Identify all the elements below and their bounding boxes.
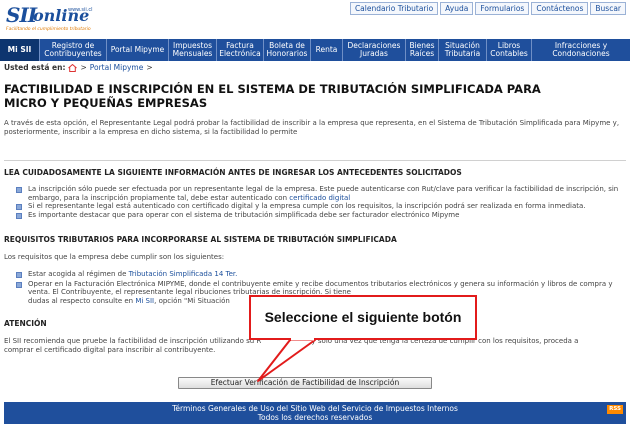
- top-link-ayuda[interactable]: Ayuda: [440, 2, 474, 15]
- logo-tagline: Facilitando el cumplimiento tributario: [6, 27, 91, 32]
- divider: [4, 160, 626, 161]
- menu-item-libros-contables[interactable]: Libros Contables: [487, 39, 532, 61]
- menu-item-registro[interactable]: Registro de Contribuyentes: [40, 39, 107, 61]
- list-item: Es importante destacar que para operar c…: [16, 211, 624, 220]
- logo-url-text: www.sii.cl: [68, 7, 93, 13]
- footer-rights-text: Todos los derechos reservados: [257, 413, 373, 422]
- list-item: La inscripción sólo puede ser efectuada …: [16, 185, 624, 202]
- site-header: SII online www.sii.cl Facilitando el cum…: [0, 0, 630, 38]
- certificado-digital-link[interactable]: certificado digital: [289, 194, 350, 202]
- menu-item-renta[interactable]: Renta: [311, 39, 343, 61]
- menu-item-infracciones[interactable]: Infracciones y Condonaciones: [532, 39, 630, 61]
- menu-item-mi-sii[interactable]: Mi SII: [0, 39, 40, 61]
- sii-online-logo[interactable]: SII online www.sii.cl Facilitando el cum…: [6, 3, 93, 35]
- menu-item-impuestos-mensuales[interactable]: Impuestos Mensuales: [169, 39, 217, 61]
- list-item-text: Estar acogida al régimen de: [28, 270, 129, 278]
- list-item-text: dudas al respecto consulte en: [28, 296, 136, 305]
- mi-sii-link[interactable]: Mi SII: [135, 297, 154, 305]
- tributacion-simplificada-link[interactable]: Tributación Simplificada 14 Ter.: [129, 270, 238, 278]
- top-link-contactenos[interactable]: Contáctenos: [531, 2, 589, 15]
- verify-feasibility-button[interactable]: Efectuar Verificación de Factibilidad de…: [178, 377, 432, 389]
- top-link-buscar[interactable]: Buscar: [590, 2, 626, 15]
- top-link-calendario[interactable]: Calendario Tributario: [349, 2, 439, 15]
- breadcrumb: Usted está en: > Portal Mipyme >: [4, 63, 153, 72]
- menu-item-portal-mipyme[interactable]: Portal Mipyme: [107, 39, 169, 61]
- menu-item-declaraciones-juradas[interactable]: Declaraciones Juradas: [343, 39, 406, 61]
- page-title: FACTIBILIDAD E INSCRIPCIÓN EN EL SISTEMA…: [4, 82, 541, 110]
- menu-item-factura-electronica[interactable]: Factura Electrónica: [217, 39, 264, 61]
- list-item-text: , opción "Mi Situación: [154, 296, 230, 305]
- breadcrumb-portal-mipyme[interactable]: Portal Mipyme: [90, 63, 144, 72]
- footer-terms-link[interactable]: Términos Generales de Uso del Sitio Web …: [4, 404, 626, 413]
- attention-text-part: comprar el certificado digital para insc…: [4, 346, 216, 354]
- breadcrumb-trail: >: [146, 63, 153, 72]
- menu-item-boleta-honorarios[interactable]: Boleta de Honorarios: [264, 39, 311, 61]
- home-icon[interactable]: [68, 63, 78, 72]
- breadcrumb-label: Usted está en:: [4, 63, 66, 72]
- intro-text: A través de esta opción, el Representant…: [4, 119, 620, 136]
- top-links: Calendario Tributario Ayuda Formularios …: [349, 2, 626, 15]
- main-menu: Mi SII Registro de Contribuyentes Portal…: [0, 39, 630, 61]
- section-attention-title: ATENCIÓN: [4, 319, 47, 328]
- menu-item-situacion-tributaria[interactable]: Situación Tributaria: [439, 39, 487, 61]
- logo-sii-text: SII: [6, 3, 37, 27]
- list-item: Estar acogida al régimen de Tributación …: [16, 270, 624, 279]
- read-carefully-list: La inscripción sólo puede ser efectuada …: [16, 185, 624, 219]
- attention-text-part: El SII recomienda que pruebe la factibil…: [4, 337, 262, 345]
- requirements-lead: Los requisitos que la empresa debe cumpl…: [4, 253, 225, 261]
- section-requirements-title: REQUISITOS TRIBUTARIOS PARA INCORPORARSE…: [4, 235, 397, 244]
- site-footer: Términos Generales de Uso del Sitio Web …: [4, 402, 626, 424]
- rss-icon[interactable]: RSS: [607, 405, 623, 414]
- list-item: Si el representante legal está autentica…: [16, 202, 624, 211]
- top-link-formularios[interactable]: Formularios: [475, 2, 530, 15]
- section-read-carefully-title: LEA CUIDADOSAMENTE LA SIGUIENTE INFORMAC…: [4, 168, 462, 177]
- instruction-callout: Seleccione el siguiente botón: [249, 295, 477, 340]
- menu-item-bienes-raices[interactable]: Bienes Raíces: [406, 39, 439, 61]
- breadcrumb-separator: >: [80, 63, 87, 72]
